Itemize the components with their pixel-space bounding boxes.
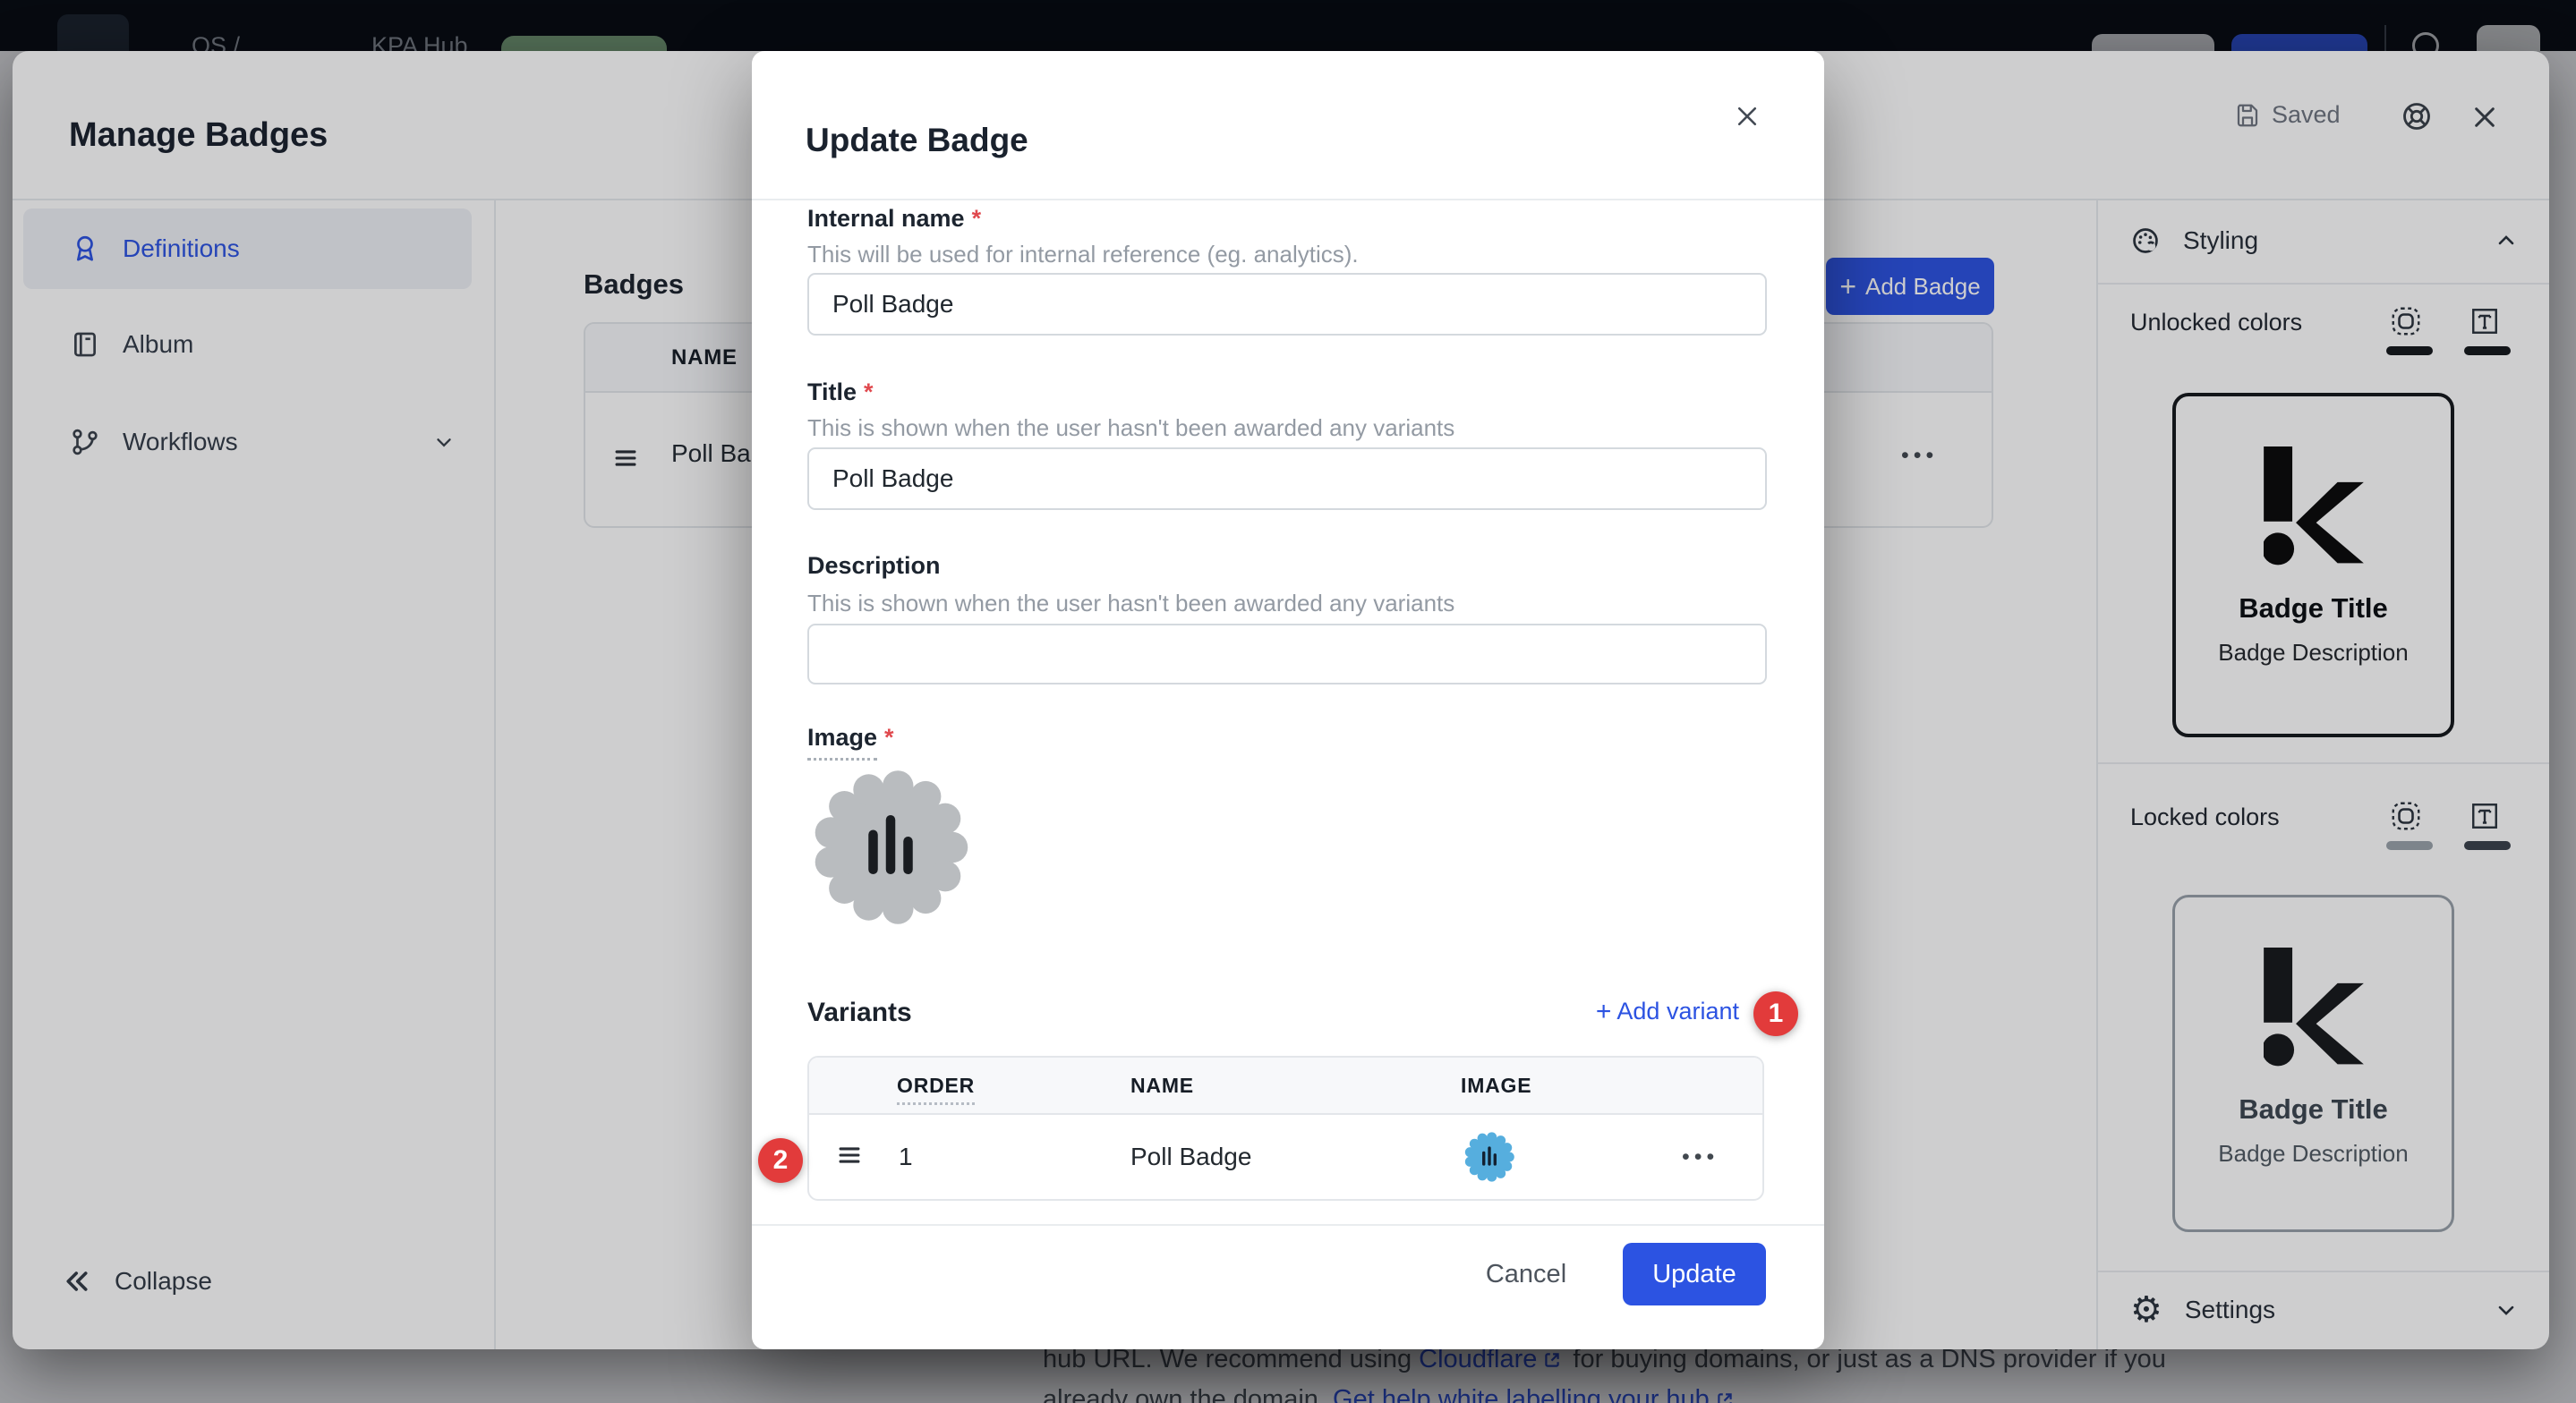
modal-title: Update Badge [806, 122, 1028, 159]
internal-name-input[interactable] [807, 273, 1767, 336]
description-label: Description [807, 552, 941, 580]
variant-name: Poll Badge [1130, 1143, 1251, 1171]
title-helper: This is shown when the user hasn't been … [807, 414, 1454, 442]
description-input[interactable] [807, 624, 1767, 684]
variants-heading: Variants [807, 998, 912, 1028]
required-mark: * [864, 378, 874, 405]
cancel-button[interactable]: Cancel [1459, 1243, 1593, 1305]
annotation-step-1: 1 [1753, 991, 1798, 1036]
variant-menu-button[interactable]: ••• [1682, 1144, 1719, 1170]
variant-badge-image [1463, 1131, 1515, 1183]
add-variant-label: Add variant [1616, 998, 1739, 1025]
drag-handle-icon[interactable] [834, 1140, 865, 1170]
title-label: Title* [807, 378, 874, 406]
annotation-step-2: 2 [758, 1138, 803, 1183]
modal-close-button[interactable] [1734, 103, 1761, 130]
update-badge-modal: Update Badge Internal name* This will be… [752, 51, 1824, 1349]
variants-table: ORDER NAME IMAGE 1 Poll Badge ••• [807, 1056, 1764, 1201]
internal-name-label: Internal name* [807, 205, 981, 233]
divider [752, 1224, 1824, 1226]
screenshot-stage: OS / KPA Hub hub URL. We recommend using… [0, 0, 2576, 1403]
variant-order: 1 [899, 1143, 913, 1171]
badge-image[interactable] [810, 767, 971, 928]
image-label: Image* [807, 724, 894, 752]
plus-icon: + [1596, 999, 1612, 1025]
variant-row[interactable]: 1 Poll Badge ••• [809, 1115, 1762, 1199]
update-button[interactable]: Update [1623, 1243, 1766, 1305]
required-mark: * [884, 724, 894, 751]
divider [752, 199, 1824, 200]
required-mark: * [972, 205, 982, 232]
variants-table-header: ORDER NAME IMAGE [809, 1058, 1762, 1115]
close-icon [1734, 103, 1761, 130]
add-variant-button[interactable]: + Add variant [1596, 998, 1739, 1025]
title-input[interactable] [807, 447, 1767, 510]
column-header-order: ORDER [897, 1074, 975, 1105]
column-header-image: IMAGE [1461, 1074, 1531, 1098]
internal-name-helper: This will be used for internal reference… [807, 241, 1359, 268]
description-helper: This is shown when the user hasn't been … [807, 590, 1454, 617]
column-header-name: NAME [1130, 1074, 1194, 1098]
